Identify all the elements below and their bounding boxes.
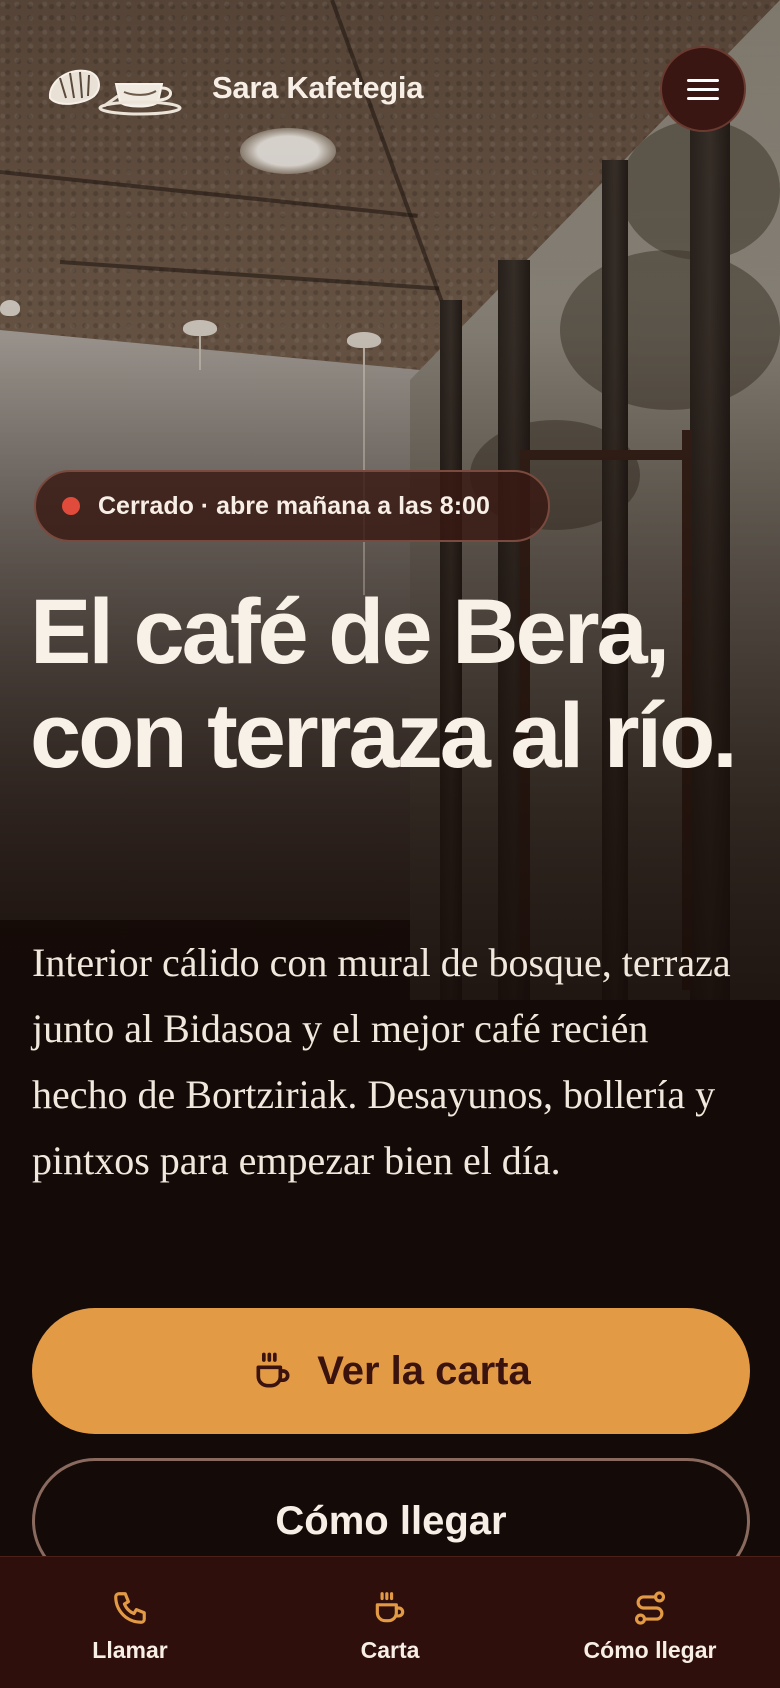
- bottom-navigation: Llamar Carta Cómo llegar: [0, 1556, 780, 1688]
- nav-item-directions[interactable]: Cómo llegar: [520, 1557, 780, 1688]
- opening-status-badge: Cerrado · abre mañana a las 8:00: [34, 470, 550, 542]
- nav-label-directions: Cómo llegar: [583, 1637, 717, 1663]
- croissant-coffee-logo[interactable]: [44, 58, 184, 118]
- coffee-cup-icon: [251, 1349, 295, 1393]
- coffee-cup-icon: [371, 1589, 409, 1627]
- brand-name[interactable]: Sara Kafetegia: [212, 70, 423, 106]
- nav-item-menu[interactable]: Carta: [260, 1557, 520, 1688]
- route-icon: [631, 1589, 669, 1627]
- site-header: Sara Kafetegia: [0, 0, 780, 180]
- view-menu-label: Ver la carta: [317, 1348, 531, 1393]
- opening-status-text: Cerrado · abre mañana a las 8:00: [98, 491, 490, 520]
- closed-status-dot: [62, 497, 80, 515]
- nav-item-call[interactable]: Llamar: [0, 1557, 260, 1688]
- hero-headline: El café de Bera, con terraza al río.: [30, 581, 738, 787]
- hero-lead-paragraph: Interior cálido con mural de bosque, ter…: [32, 940, 731, 1183]
- directions-label: Cómo llegar: [275, 1498, 507, 1543]
- nav-label-call: Llamar: [92, 1637, 168, 1663]
- hamburger-menu-icon: [687, 73, 719, 106]
- hero-background-image: [0, 0, 780, 1688]
- menu-button[interactable]: [660, 46, 746, 132]
- phone-icon: [111, 1589, 149, 1627]
- view-menu-button[interactable]: Ver la carta: [32, 1308, 750, 1434]
- nav-label-menu: Carta: [360, 1637, 420, 1663]
